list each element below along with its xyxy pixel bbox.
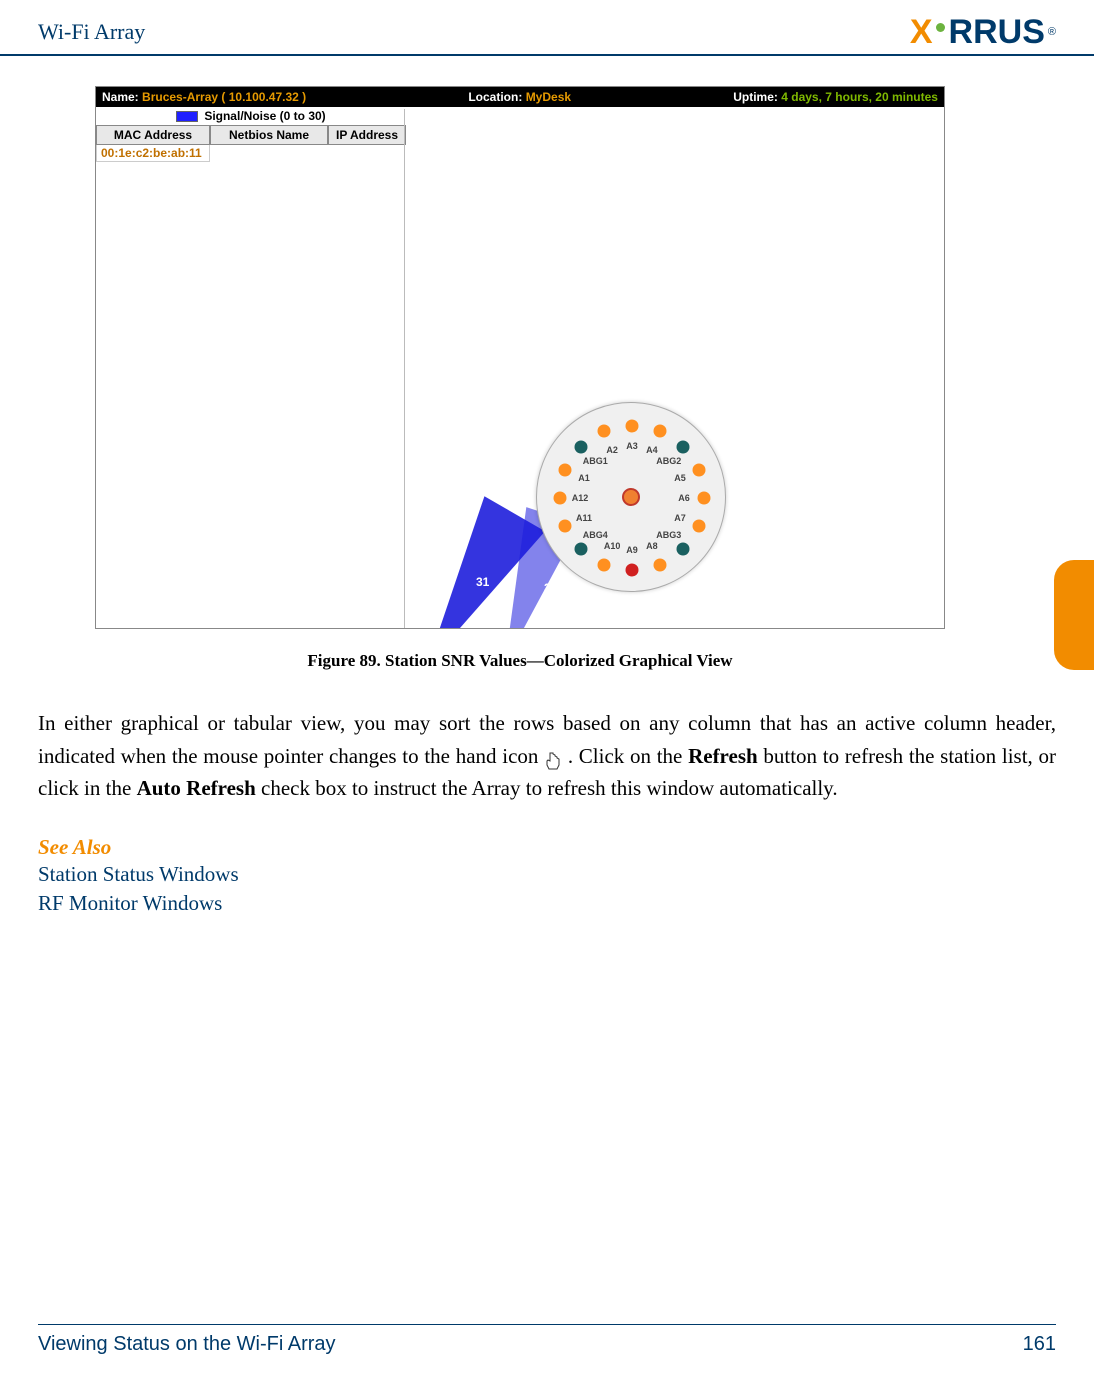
array-dial: A12 A1 ABG1A2 A3 A4ABG2 A5 A6 A7 ABG3A8 A9 A10ABG4… <box>536 402 726 592</box>
beam-2-value: 33 <box>544 581 557 595</box>
ap-label-a7: A7 <box>674 513 686 523</box>
column-ip[interactable]: IP Address <box>328 125 406 145</box>
refresh-label: Refresh <box>688 744 758 768</box>
footer-section: Viewing Status on the Wi-Fi Array <box>38 1333 336 1356</box>
logo-registered-icon: ® <box>1048 26 1056 38</box>
ap-dot-a1[interactable] <box>559 464 572 477</box>
ap-dot-abg4[interactable] <box>575 542 588 555</box>
radial-map[interactable]: 31 33 A12A1ABG1A2A3A4ABG2A5A6A7ABG3A8A9A… <box>466 347 776 627</box>
ap-dot-abg2[interactable] <box>676 441 689 454</box>
ap-dot-a8[interactable] <box>653 558 666 571</box>
ap-label-abg1: ABG1 <box>583 456 608 466</box>
ap-dot-abg3[interactable] <box>676 542 689 555</box>
logo-dot-icon <box>936 23 945 32</box>
ap-dot-a5[interactable] <box>692 464 705 477</box>
see-also-link-1[interactable]: Station Status Windows <box>0 860 1094 889</box>
body-paragraph: In either graphical or tabular view, you… <box>0 707 1094 805</box>
column-netbios[interactable]: Netbios Name <box>210 125 328 145</box>
ap-label-a9: A9 <box>626 545 638 555</box>
ap-dot-a9[interactable] <box>626 564 639 577</box>
ap-dot-a12[interactable] <box>554 492 567 505</box>
footer-page-number: 161 <box>1023 1333 1056 1356</box>
panel-divider <box>404 109 405 628</box>
status-location: Location: MyDesk <box>468 90 571 104</box>
ap-label-a4: A4 <box>646 445 658 455</box>
figure-container: Name: Bruces-Array ( 10.100.47.32 ) Loca… <box>95 86 945 671</box>
ap-label-a8: A8 <box>646 541 658 551</box>
ap-label-abg2: ABG2 <box>656 456 681 466</box>
ap-label-a3: A3 <box>626 441 638 451</box>
app-status-bar: Name: Bruces-Array ( 10.100.47.32 ) Loca… <box>96 87 944 107</box>
hand-cursor-icon <box>544 748 562 768</box>
ap-label-a12: A12 <box>572 493 589 503</box>
logo-x: X <box>910 13 932 52</box>
ap-label-abg4: ABG4 <box>583 530 608 540</box>
ap-label-a6: A6 <box>678 493 690 503</box>
ap-dot-a6[interactable] <box>698 492 711 505</box>
beam-1-value: 31 <box>476 575 489 589</box>
page-header: Wi-Fi Array X RRUS ® <box>0 0 1094 56</box>
ap-label-a1: A1 <box>578 473 590 483</box>
ap-label-a10: A10 <box>604 541 621 551</box>
center-icon <box>622 488 640 506</box>
legend-swatch-icon <box>176 111 198 122</box>
ap-label-a2: A2 <box>606 445 618 455</box>
status-uptime: Uptime: 4 days, 7 hours, 20 minutes <box>733 90 938 104</box>
ap-label-abg3: ABG3 <box>656 530 681 540</box>
header-title: Wi-Fi Array <box>38 19 145 45</box>
section-tab-icon <box>1054 560 1094 670</box>
figure-caption: Figure 89. Station SNR Values—Colorized … <box>95 651 945 671</box>
table-header-row: MAC Address Netbios Name IP Address <box>96 125 406 145</box>
ap-dot-a7[interactable] <box>692 519 705 532</box>
ap-dot-a11[interactable] <box>559 519 572 532</box>
ap-dot-a10[interactable] <box>598 558 611 571</box>
legend: Signal/Noise (0 to 30) <box>96 107 406 125</box>
see-also-link-2[interactable]: RF Monitor Windows <box>0 889 1094 918</box>
auto-refresh-label: Auto Refresh <box>137 776 256 800</box>
page-footer: Viewing Status on the Wi-Fi Array 161 <box>38 1324 1056 1356</box>
brand-logo: X RRUS ® <box>910 13 1056 52</box>
cell-mac: 00:1e:c2:be:ab:11 <box>96 145 210 162</box>
app-window: Name: Bruces-Array ( 10.100.47.32 ) Loca… <box>95 86 945 629</box>
ap-dot-a4[interactable] <box>653 425 666 438</box>
ap-label-a5: A5 <box>674 473 686 483</box>
ap-dot-a2[interactable] <box>598 425 611 438</box>
legend-label: Signal/Noise (0 to 30) <box>204 109 325 123</box>
logo-rest: RRUS <box>949 13 1045 52</box>
status-name: Name: Bruces-Array ( 10.100.47.32 ) <box>102 90 306 104</box>
ap-dot-abg1[interactable] <box>575 441 588 454</box>
ap-dot-a3[interactable] <box>626 420 639 433</box>
table-row[interactable]: 00:1e:c2:be:ab:11 <box>96 145 406 162</box>
see-also-heading: See Also <box>0 835 1094 860</box>
column-mac[interactable]: MAC Address <box>96 125 210 145</box>
ap-label-a11: A11 <box>576 513 592 523</box>
